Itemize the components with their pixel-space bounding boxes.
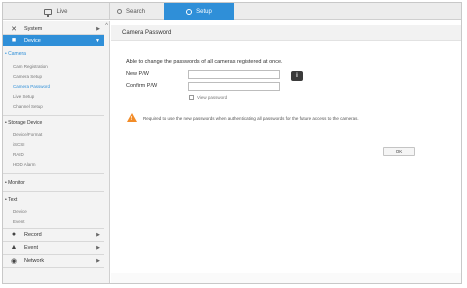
new-password-label: New P/W: [126, 71, 149, 77]
camera-icon: ■: [11, 37, 17, 44]
sidebar-item-record[interactable]: ● Record ▶: [3, 229, 104, 240]
record-icon: ●: [11, 231, 17, 238]
sidebar-item-system[interactable]: ✕ System ▶: [3, 23, 104, 34]
sidebar-subitem-hdd-alarm[interactable]: HDD Alarm: [13, 162, 36, 167]
sidebar: ^ ✕ System ▶ ■ Device ▼ • Camera Cam Reg…: [3, 21, 110, 283]
view-password-label: View password: [197, 95, 228, 100]
sidebar-subitem-camera-setup[interactable]: Camera Setup: [13, 74, 42, 79]
group-text[interactable]: • Text: [5, 197, 17, 203]
tab-live[interactable]: Live: [3, 3, 110, 20]
view-password-row[interactable]: View password: [189, 95, 227, 100]
divider: [3, 173, 104, 174]
sidebar-subitem-text-device[interactable]: Device: [13, 209, 27, 214]
top-tab-bar: Live Search Setup: [3, 3, 461, 20]
monitor-icon: [44, 8, 53, 17]
main-footer: [111, 273, 461, 283]
view-password-checkbox[interactable]: [189, 95, 194, 100]
chevron-right-icon: ▶: [96, 231, 100, 238]
sidebar-item-label: Event: [24, 244, 39, 251]
group-camera-label: Camera: [8, 51, 26, 57]
ok-button[interactable]: OK: [383, 147, 415, 156]
event-icon: ▲: [10, 244, 18, 251]
description-text: Able to change the passwords of all came…: [126, 59, 283, 65]
info-button[interactable]: i: [291, 71, 303, 81]
chevron-down-icon: ▼: [95, 37, 100, 44]
network-icon: ◉: [10, 257, 18, 265]
search-icon: [117, 9, 122, 14]
new-password-field[interactable]: [188, 70, 280, 79]
tab-live-label: Live: [56, 8, 68, 15]
app-window: Live Search Setup ^ ✕ System ▶ ■ Device …: [2, 2, 462, 284]
scroll-up-icon[interactable]: ^: [105, 23, 108, 29]
divider: [3, 267, 104, 268]
info-icon: i: [296, 73, 298, 79]
sidebar-subitem-text-event[interactable]: Event: [13, 219, 25, 224]
chevron-right-icon: ▶: [96, 244, 100, 251]
sidebar-item-device[interactable]: ■ Device ▼: [3, 35, 104, 46]
warning-mark: !: [130, 115, 133, 122]
gear-icon: [186, 8, 193, 15]
divider: [3, 115, 104, 116]
main-panel: Camera Password Able to change the passw…: [111, 21, 461, 283]
sidebar-subitem-iscsi[interactable]: iSCSI: [13, 142, 25, 147]
chevron-right-icon: ▶: [96, 257, 100, 264]
sidebar-item-label: Device: [24, 37, 41, 44]
sidebar-item-event[interactable]: ▲ Event ▶: [3, 242, 104, 253]
sidebar-item-network[interactable]: ◉ Network ▶: [3, 255, 104, 266]
warning-text: Required to use the new passwords when a…: [143, 116, 359, 121]
page-title: Camera Password: [111, 25, 461, 41]
sidebar-subitem-live-setup[interactable]: Live Setup: [13, 94, 34, 99]
group-camera[interactable]: • Camera: [5, 51, 26, 57]
group-monitor-label: Monitor: [8, 180, 25, 186]
sidebar-subitem-cam-registration[interactable]: Cam Registration: [13, 64, 48, 69]
chevron-right-icon: ▶: [96, 25, 100, 32]
sidebar-subitem-camera-password[interactable]: Camera Password: [13, 84, 50, 89]
sidebar-subitem-raid[interactable]: RAID: [13, 152, 24, 157]
tab-search[interactable]: Search: [111, 3, 164, 20]
sidebar-subitem-device-format[interactable]: Device/Format: [13, 132, 42, 137]
confirm-password-field[interactable]: [188, 82, 280, 91]
group-storage-label: Storage Device: [8, 120, 43, 126]
group-storage-device[interactable]: • Storage Device: [5, 120, 42, 126]
group-monitor[interactable]: • Monitor: [5, 180, 25, 186]
tab-setup[interactable]: Setup: [164, 3, 234, 20]
sidebar-subitem-channel-setup[interactable]: Channel Setup: [13, 104, 43, 109]
sidebar-item-label: System: [24, 25, 43, 32]
sidebar-item-label: Network: [24, 257, 45, 264]
divider: [3, 191, 104, 192]
group-text-label: Text: [8, 197, 18, 203]
sidebar-item-label: Record: [24, 231, 42, 238]
tools-icon: ✕: [11, 25, 17, 33]
tab-search-label: Search: [126, 8, 146, 15]
confirm-password-label: Confirm P/W: [126, 83, 158, 89]
tab-setup-label: Setup: [196, 8, 212, 15]
